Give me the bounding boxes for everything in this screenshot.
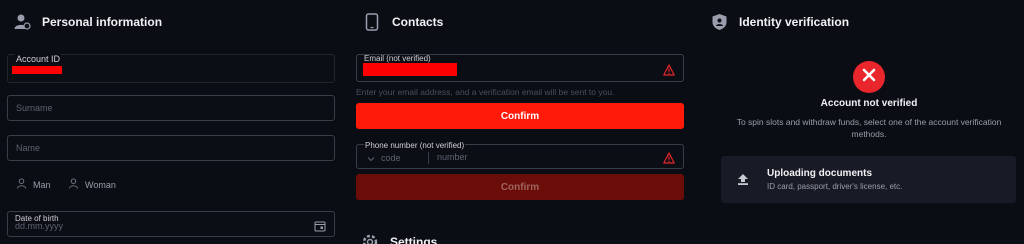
country-code-select[interactable]: code bbox=[367, 152, 429, 164]
person-icon bbox=[16, 178, 27, 191]
email-hint: Enter your email address, and a verifica… bbox=[356, 87, 615, 97]
confirm-phone-button[interactable]: Confirm bbox=[356, 174, 684, 200]
person-icon bbox=[68, 178, 79, 191]
surname-placeholder: Surname bbox=[16, 103, 53, 113]
account-id-label: Account ID bbox=[15, 54, 62, 64]
identity-title: Identity verification bbox=[739, 15, 850, 29]
gender-man-option[interactable]: Man bbox=[16, 178, 51, 191]
upload-subtitle: ID card, passport, driver's license, etc… bbox=[767, 182, 903, 191]
account-id-redacted bbox=[12, 66, 62, 74]
settings-title: Settings bbox=[390, 235, 438, 244]
verification-status: Account not verified bbox=[820, 98, 918, 109]
phone-icon bbox=[362, 12, 382, 32]
dob-placeholder: dd.mm.yyyy bbox=[15, 221, 64, 231]
email-redacted bbox=[363, 63, 457, 76]
phone-label: Phone number (not verified) bbox=[364, 141, 466, 150]
chevron-down-icon bbox=[367, 149, 375, 167]
gender-woman-label: Woman bbox=[85, 179, 116, 190]
calendar-icon[interactable] bbox=[314, 219, 326, 237]
identity-header: Identity verification bbox=[709, 12, 849, 32]
upload-icon bbox=[736, 172, 750, 191]
personal-info-header: Personal information bbox=[12, 12, 162, 32]
phone-input[interactable]: Phone number (not verified) code number bbox=[356, 141, 684, 169]
warning-icon bbox=[663, 151, 675, 164]
upload-documents-option[interactable]: Uploading documents ID card, passport, d… bbox=[721, 156, 1016, 203]
email-input[interactable]: Email (not verified) bbox=[356, 54, 684, 82]
number-placeholder: number bbox=[437, 152, 468, 162]
shield-user-icon bbox=[709, 12, 729, 32]
gear-icon bbox=[360, 232, 380, 244]
close-icon bbox=[862, 68, 876, 87]
confirm-email-button[interactable]: Confirm bbox=[356, 103, 684, 129]
gender-woman-option[interactable]: Woman bbox=[68, 178, 116, 191]
not-verified-badge bbox=[853, 61, 885, 93]
email-label: Email (not verified) bbox=[364, 54, 431, 63]
name-placeholder: Name bbox=[16, 143, 41, 153]
user-id-icon bbox=[12, 12, 32, 32]
account-id-field: Account ID bbox=[7, 54, 335, 83]
verification-description: To spin slots and withdraw funds, select… bbox=[736, 117, 1002, 139]
settings-header: Settings bbox=[360, 232, 437, 244]
contacts-header: Contacts bbox=[362, 12, 443, 32]
code-placeholder: code bbox=[381, 153, 401, 163]
surname-input[interactable]: Surname bbox=[7, 95, 335, 121]
name-input[interactable]: Name bbox=[7, 135, 335, 161]
contacts-title: Contacts bbox=[392, 15, 444, 29]
warning-icon bbox=[663, 63, 675, 76]
gender-man-label: Man bbox=[33, 179, 51, 190]
dob-input[interactable]: Date of birth dd.mm.yyyy bbox=[7, 211, 335, 237]
personal-info-title: Personal information bbox=[42, 15, 163, 29]
upload-title: Uploading documents bbox=[767, 168, 872, 179]
